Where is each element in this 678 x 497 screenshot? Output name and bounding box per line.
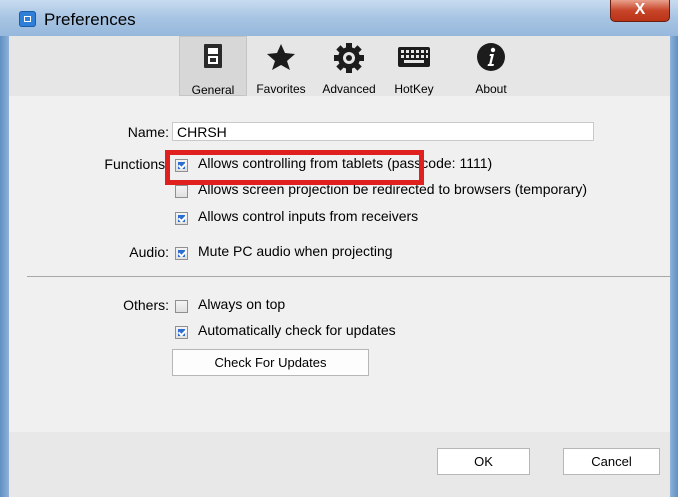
window-title: Preferences <box>44 10 136 29</box>
highlight-annotation-box <box>165 150 424 185</box>
checkbox-label: Always on top <box>198 296 286 312</box>
name-input[interactable] <box>172 122 594 141</box>
general-settings-panel: Name: Functions: Allows controlling from… <box>9 96 670 497</box>
close-icon: X <box>634 1 646 18</box>
dialog-footer: OK Cancel <box>9 432 670 497</box>
section-divider <box>27 276 670 277</box>
checkbox-label: Mute PC audio when projecting <box>198 243 393 259</box>
name-label: Name: <box>127 124 169 140</box>
app-icon <box>19 11 36 27</box>
tab-label: HotKey <box>394 82 434 96</box>
window-frame-left <box>0 36 9 497</box>
tab-label: About <box>475 82 507 96</box>
check-for-updates-button[interactable]: Check For Updates <box>172 349 369 376</box>
tab-favorites[interactable]: Favorites <box>249 36 313 96</box>
checkbox-label: Allows control inputs from receivers <box>198 208 419 224</box>
tab-advanced[interactable]: Advanced <box>315 36 383 96</box>
ok-button[interactable]: OK <box>437 448 530 475</box>
tab-general[interactable]: General <box>179 36 247 97</box>
dialog-body: General Favorites Advanced HotKey About … <box>9 36 670 497</box>
star-icon <box>266 42 296 75</box>
tab-about[interactable]: About <box>465 36 517 96</box>
functions-label: Functions: <box>104 156 169 172</box>
window-frame-right <box>670 36 678 497</box>
preferences-tab-bar: General Favorites Advanced HotKey About <box>9 36 670 97</box>
checkbox-always-on-top[interactable] <box>175 300 188 313</box>
checkbox-control-from-receivers[interactable] <box>175 212 188 225</box>
preferences-window: Preferences X General Favorites Advanced… <box>0 0 678 497</box>
keyboard-icon <box>397 46 431 71</box>
tab-hotkey[interactable]: HotKey <box>385 36 443 96</box>
info-icon <box>476 42 506 75</box>
tab-label: General <box>191 83 235 97</box>
checkbox-redirect-to-browsers[interactable] <box>175 185 188 198</box>
title-bar[interactable]: Preferences X <box>0 0 678 36</box>
tab-label: Advanced <box>322 82 376 96</box>
checkbox-mute-pc-audio[interactable] <box>175 247 188 260</box>
others-label: Others: <box>123 297 169 313</box>
general-device-icon <box>203 43 223 72</box>
close-button[interactable]: X <box>610 0 670 22</box>
checkbox-label: Automatically check for updates <box>198 322 396 338</box>
audio-label: Audio: <box>129 244 169 260</box>
cancel-button[interactable]: Cancel <box>563 448 660 475</box>
gear-icon <box>333 42 365 77</box>
checkbox-auto-check-updates[interactable] <box>175 326 188 339</box>
tab-label: Favorites <box>256 82 306 96</box>
